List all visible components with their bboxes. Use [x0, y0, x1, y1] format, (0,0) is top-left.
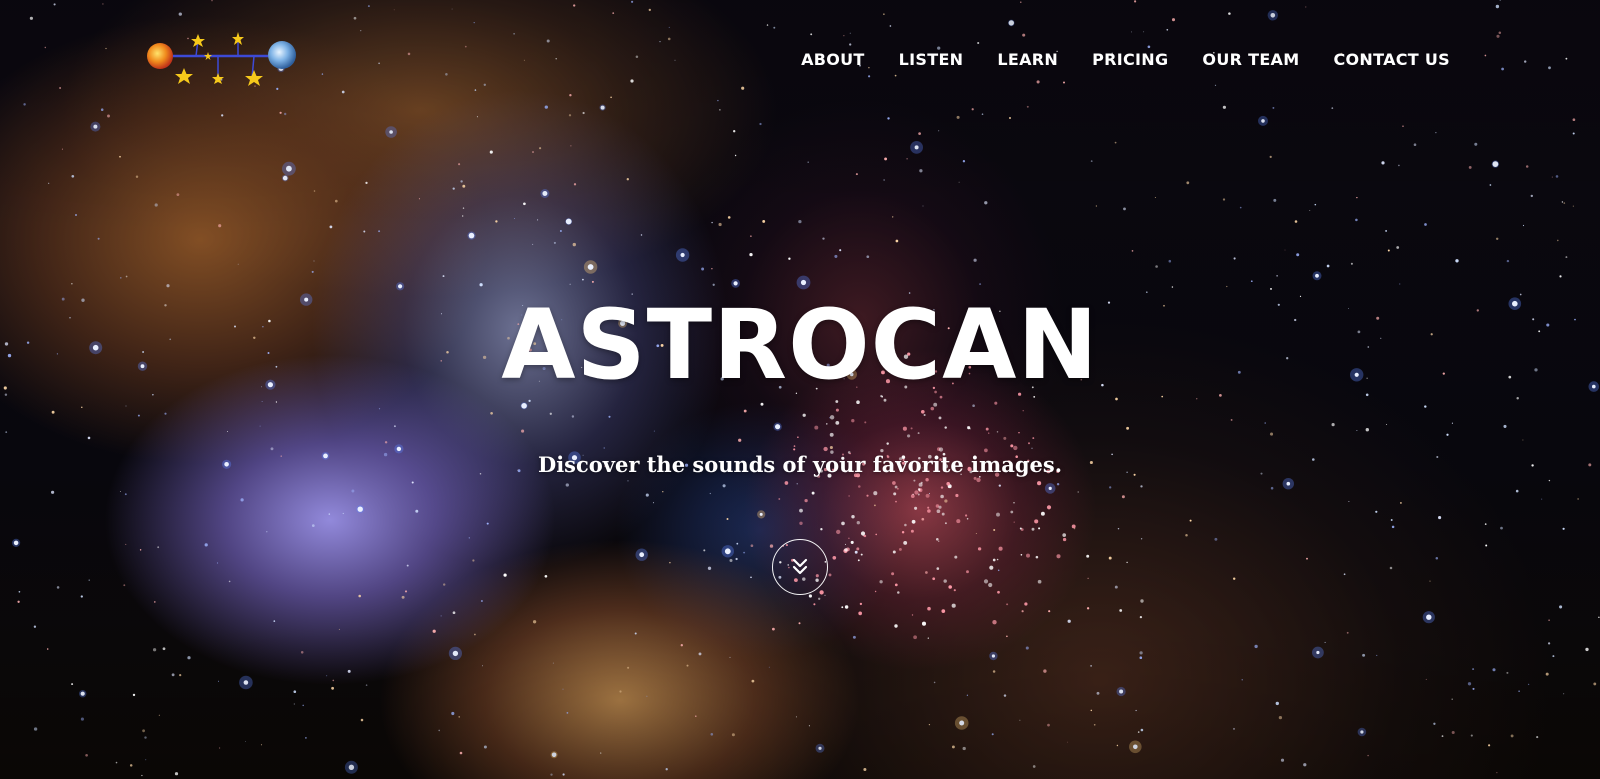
- scroll-down-button[interactable]: [772, 539, 828, 595]
- nav-link-pricing[interactable]: PRICING: [1092, 50, 1168, 69]
- nav-link-our-team[interactable]: OUR TEAM: [1202, 50, 1299, 69]
- hero-section: ABOUT LISTEN LEARN PRICING OUR TEAM CONT…: [0, 0, 1600, 779]
- site-logo[interactable]: [146, 32, 302, 90]
- hero-subtitle: Discover the sounds of your favorite ima…: [537, 452, 1062, 477]
- nav-link-about[interactable]: ABOUT: [801, 50, 865, 69]
- double-chevron-down-icon: [792, 558, 808, 575]
- nav-link-learn[interactable]: LEARN: [997, 50, 1058, 69]
- hero-title: ASTROCAN: [501, 289, 1099, 401]
- nav-link-listen[interactable]: LISTEN: [899, 50, 964, 69]
- main-nav: ABOUT LISTEN LEARN PRICING OUR TEAM CONT…: [801, 50, 1450, 69]
- planets-constellation-logo-icon: [147, 32, 296, 86]
- nav-link-contact-us[interactable]: CONTACT US: [1333, 50, 1450, 69]
